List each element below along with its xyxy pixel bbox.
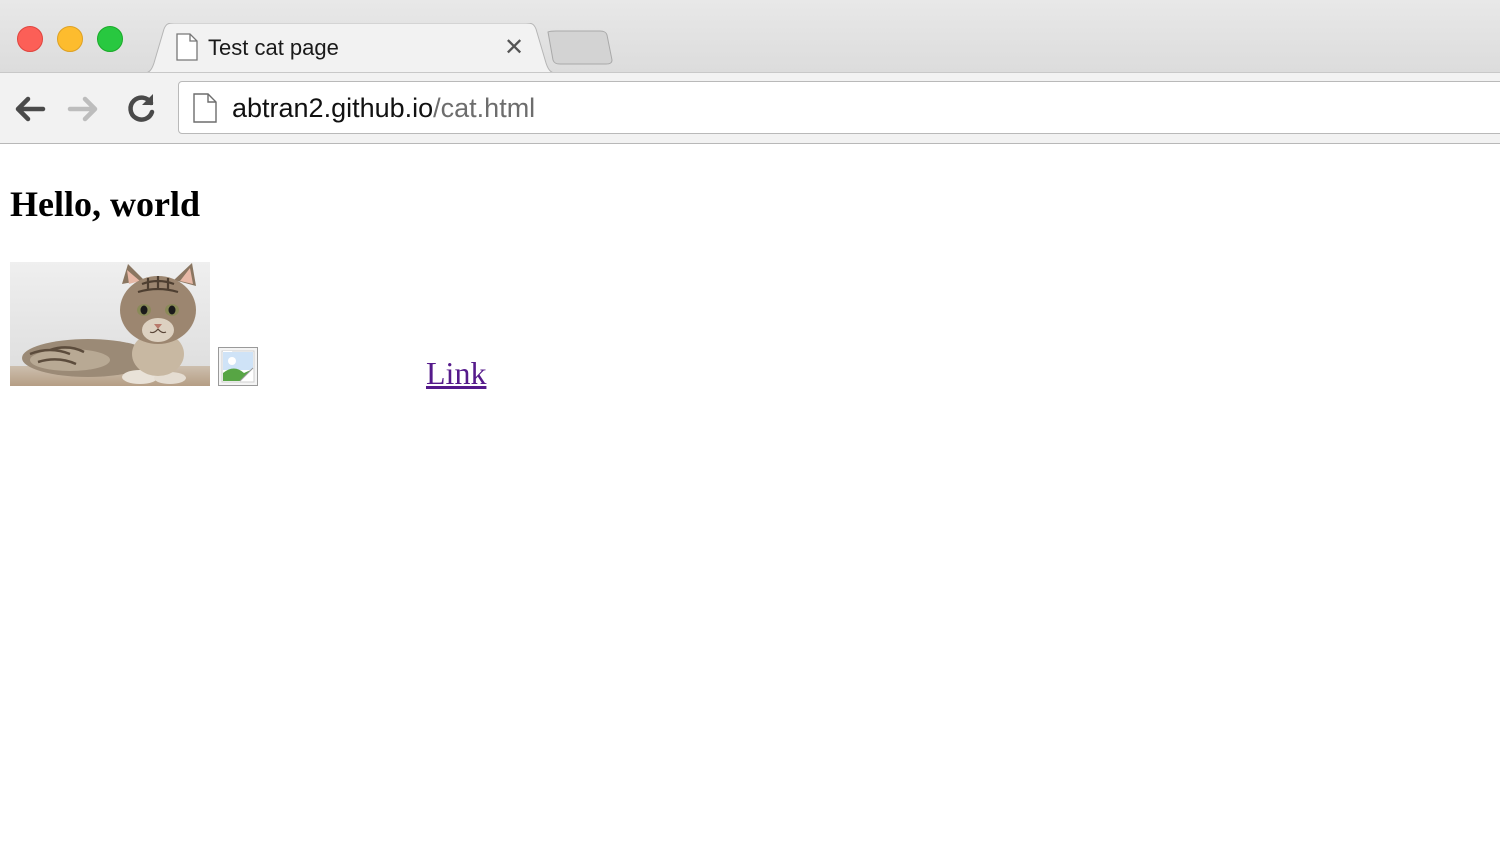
page-heading: Hello, world — [10, 184, 200, 224]
window-minimize-button[interactable] — [57, 26, 83, 52]
page-content: Hello, world Link — [0, 145, 1500, 846]
tab-close-icon[interactable]: ✕ — [502, 35, 526, 59]
page-icon — [176, 33, 198, 61]
address-bar[interactable]: abtran2.github.io/cat.html — [178, 81, 1500, 134]
tab-test-cat-page[interactable]: Test cat page ✕ — [140, 23, 560, 74]
tab-strip: Test cat page ✕ — [0, 0, 1500, 74]
page-link[interactable]: Link — [426, 355, 486, 392]
cat-photo — [10, 262, 210, 386]
url-host: abtran2.github.io — [232, 93, 434, 123]
page-info-icon[interactable] — [193, 93, 217, 123]
new-tab-icon[interactable] — [546, 30, 614, 66]
reload-icon[interactable] — [123, 91, 159, 127]
tab-title: Test cat page — [208, 35, 339, 60]
url-text: abtran2.github.io/cat.html — [232, 93, 535, 124]
broken-image-icon — [218, 347, 258, 386]
back-arrow-icon[interactable] — [11, 91, 47, 127]
tab-background — [140, 23, 560, 74]
window-maximize-button[interactable] — [97, 26, 123, 52]
forward-arrow-icon[interactable] — [66, 91, 102, 127]
url-path: /cat.html — [433, 93, 536, 123]
browser-toolbar: abtran2.github.io/cat.html — [0, 72, 1500, 144]
window-close-button[interactable] — [17, 26, 43, 52]
